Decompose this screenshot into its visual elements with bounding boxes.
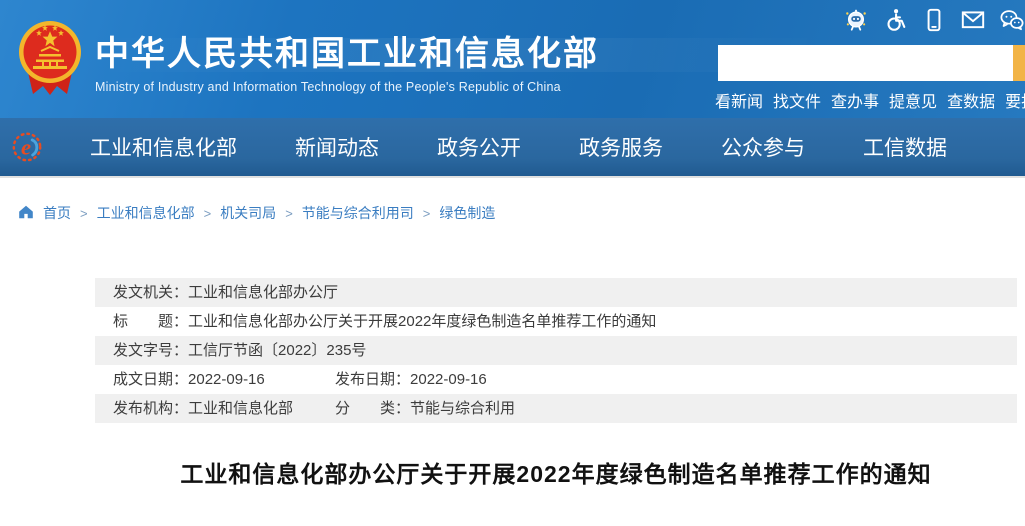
doc-info-row: 发文字号：工信厅节函〔2022〕235号 <box>95 336 1017 365</box>
miit-webpage: 中华人民共和国工业和信息化部 Ministry of Industry and … <box>0 0 1025 526</box>
doc-field-value: 工业和信息化部办公厅 <box>188 284 338 301</box>
nav-item-1[interactable]: 新闻动态 <box>295 132 379 162</box>
national-emblem-logo <box>18 18 82 107</box>
breadcrumb-item-1[interactable]: 工业和信息化部 <box>97 203 195 223</box>
header-quick-links: 看新闻找文件查办事提意见查数据要投诉 <box>715 88 1025 112</box>
breadcrumb-separator: > <box>423 206 431 221</box>
mobile-icon[interactable] <box>921 7 947 33</box>
nav-item-3[interactable]: 政务服务 <box>579 132 663 162</box>
doc-field: 分 类：节能与综合利用 <box>335 394 515 423</box>
site-titles: 中华人民共和国工业和信息化部 Ministry of Industry and … <box>95 36 599 94</box>
mascot-robot-icon[interactable] <box>843 7 869 33</box>
breadcrumb: 首页 > 工业和信息化部 > 机关司局 > 节能与综合利用司 > 绿色制造 <box>18 203 495 223</box>
search-input[interactable] <box>718 45 1013 81</box>
doc-field: 发布机构：工业和信息化部 <box>113 394 335 423</box>
article-title: 工业和信息化部办公厅关于开展2022年度绿色制造名单推荐工作的通知 <box>95 455 1017 489</box>
nav-item-0[interactable]: 工业和信息化部 <box>90 132 237 162</box>
breadcrumb-items: 首页 > 工业和信息化部 > 机关司局 > 节能与综合利用司 > 绿色制造 <box>43 203 495 223</box>
doc-field: 发文字号：工信厅节函〔2022〕235号 <box>113 336 366 365</box>
nav-item-2[interactable]: 政务公开 <box>437 132 521 162</box>
doc-field-label: 发布机构： <box>113 400 188 417</box>
breadcrumb-item-0[interactable]: 首页 <box>43 203 71 223</box>
search-button[interactable] <box>1013 45 1025 81</box>
doc-field-label: 发布日期： <box>335 371 410 388</box>
breadcrumb-separator: > <box>285 206 293 221</box>
doc-field: 成文日期：2022-09-16 <box>113 365 335 394</box>
doc-field: 标 题：工业和信息化部办公厅关于开展2022年度绿色制造名单推荐工作的通知 <box>113 307 656 336</box>
doc-field-value: 工业和信息化部 <box>188 400 293 417</box>
doc-info-row: 标 题：工业和信息化部办公厅关于开展2022年度绿色制造名单推荐工作的通知 <box>95 307 1017 336</box>
quick-link-0[interactable]: 看新闻 <box>715 88 763 112</box>
doc-field-label: 发文字号： <box>113 342 188 359</box>
nav-menu: 工业和信息化部 新闻动态 政务公开 政务服务 公众参与 工信数据 <box>90 132 947 162</box>
site-header: 中华人民共和国工业和信息化部 Ministry of Industry and … <box>0 0 1025 118</box>
nav-item-5[interactable]: 工信数据 <box>863 132 947 162</box>
quick-link-3[interactable]: 提意见 <box>889 88 937 112</box>
doc-field-value: 节能与综合利用 <box>410 400 515 417</box>
quick-link-2[interactable]: 查办事 <box>831 88 879 112</box>
nav-item-4[interactable]: 公众参与 <box>721 132 805 162</box>
doc-field: 发布日期：2022-09-16 <box>335 365 487 394</box>
header-utility-icons <box>843 7 1025 33</box>
doc-info-row: 发布机构：工业和信息化部分 类：节能与综合利用 <box>95 394 1017 423</box>
svg-text:e: e <box>21 135 31 160</box>
doc-field-label: 标 题： <box>113 313 188 330</box>
doc-field-value: 工信厅节函〔2022〕235号 <box>188 342 366 359</box>
breadcrumb-item-3[interactable]: 节能与综合利用司 <box>302 203 414 223</box>
quick-link-5[interactable]: 要投诉 <box>1005 88 1025 112</box>
site-subtitle-english: Ministry of Industry and Information Tec… <box>95 80 599 94</box>
doc-field-value: 2022-09-16 <box>410 371 487 388</box>
doc-info-row: 发文机关：工业和信息化部办公厅 <box>95 278 1017 307</box>
breadcrumb-separator: > <box>80 206 88 221</box>
breadcrumb-separator: > <box>204 206 212 221</box>
doc-field-label: 成文日期： <box>113 371 188 388</box>
wechat-icon[interactable] <box>999 7 1025 33</box>
doc-field-value: 工业和信息化部办公厅关于开展2022年度绿色制造名单推荐工作的通知 <box>188 313 656 330</box>
miit-e-logo-icon: e <box>10 130 44 164</box>
mail-icon[interactable] <box>960 7 986 33</box>
doc-field-value: 2022-09-16 <box>188 371 265 388</box>
doc-field-label: 发文机关： <box>113 284 188 301</box>
accessibility-icon[interactable] <box>882 7 908 33</box>
breadcrumb-item-2[interactable]: 机关司局 <box>220 203 276 223</box>
document-info-table: 发文机关：工业和信息化部办公厅标 题：工业和信息化部办公厅关于开展2022年度绿… <box>95 278 1017 423</box>
main-nav: e 工业和信息化部 新闻动态 政务公开 政务服务 公众参与 工信数据 <box>0 118 1025 176</box>
site-title: 中华人民共和国工业和信息化部 <box>95 36 599 73</box>
breadcrumb-item-4[interactable]: 绿色制造 <box>439 203 495 223</box>
site-search <box>718 45 1025 81</box>
doc-info-row: 成文日期：2022-09-16发布日期：2022-09-16 <box>95 365 1017 394</box>
doc-field: 发文机关：工业和信息化部办公厅 <box>113 278 338 307</box>
home-icon[interactable] <box>18 204 34 220</box>
quick-link-4[interactable]: 查数据 <box>947 88 995 112</box>
quick-link-1[interactable]: 找文件 <box>773 88 821 112</box>
doc-field-label: 分 类： <box>335 400 410 417</box>
